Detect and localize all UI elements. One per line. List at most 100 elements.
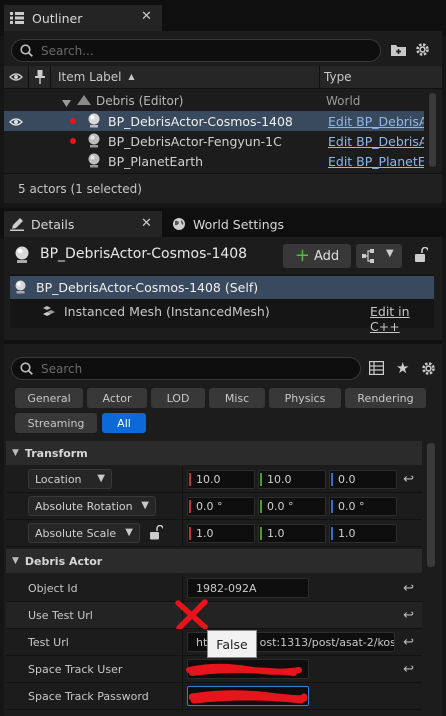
filter-lod[interactable]: LOD xyxy=(151,388,205,408)
chevron-down-icon: ▼ xyxy=(141,500,149,511)
outliner-row-selected[interactable]: BP_DebrisActor-Cosmos-1408 Edit BP_Debri… xyxy=(4,111,424,131)
edit-blueprint-link[interactable]: Edit BP_PlanetEa xyxy=(328,154,424,169)
scale-z-input[interactable]: 1.0 xyxy=(329,524,397,543)
row-type: World xyxy=(326,94,361,108)
search-icon xyxy=(20,362,33,375)
scale-x-input[interactable]: 1.0 xyxy=(187,524,255,543)
filter-all[interactable]: All xyxy=(102,413,146,433)
row-label: Debris (Editor) xyxy=(96,94,184,108)
actor-name: BP_DebrisActor-Cosmos-1408 xyxy=(40,246,248,262)
location-x-input[interactable]: 10.0 xyxy=(187,470,255,489)
reset-arrow-icon[interactable]: ↩ xyxy=(403,635,414,650)
favorites-star-icon[interactable]: ★ xyxy=(396,359,409,377)
reset-arrow-icon[interactable]: ↩ xyxy=(403,662,414,677)
scale-y-input[interactable]: 1.0 xyxy=(258,524,326,543)
section-transform[interactable]: ▼ Transform xyxy=(6,441,422,465)
property-scale: Absolute Scale ▼ 1.0 1.0 1.0 xyxy=(6,520,422,547)
settings-gear-icon[interactable] xyxy=(421,361,436,376)
close-icon[interactable]: ✕ xyxy=(141,216,152,231)
tab-world-settings-label: World Settings xyxy=(193,216,285,232)
test-url-label: Test Url xyxy=(28,635,69,649)
filter-general[interactable]: General xyxy=(15,388,83,408)
location-dropdown[interactable]: Location ▼ xyxy=(28,469,112,489)
edit-blueprint-link[interactable]: Edit BP_DebrisAct xyxy=(328,134,424,149)
column-type[interactable]: Type xyxy=(324,70,352,84)
visibility-eye-icon[interactable] xyxy=(9,72,23,82)
outliner-status: 5 actors (1 selected) xyxy=(18,182,142,196)
component-label: Instanced Mesh (InstancedMesh) xyxy=(64,304,270,319)
object-id-input[interactable]: 1982-092A xyxy=(187,578,309,598)
lock-icon[interactable] xyxy=(415,246,429,266)
outliner-row-world[interactable]: Debris (Editor) World xyxy=(4,91,424,111)
add-folder-icon[interactable] xyxy=(391,43,406,56)
outliner-row[interactable]: BP_DebrisActor-Fengyun-1C Edit BP_Debris… xyxy=(4,131,424,151)
property-matrix-icon[interactable] xyxy=(368,360,385,378)
row-label: BP_DebrisActor-Cosmos-1408 xyxy=(108,114,293,129)
world-icon xyxy=(77,94,91,109)
collapse-triangle-icon: ▼ xyxy=(12,448,19,458)
chevron-down-icon: ▼ xyxy=(386,248,394,259)
outliner-scrollbar[interactable] xyxy=(429,93,436,167)
location-label: Location xyxy=(35,472,82,486)
location-z-input[interactable]: 0.0 xyxy=(329,470,397,489)
rotation-dropdown[interactable]: Absolute Rotation ▼ xyxy=(28,496,156,516)
space-track-password-label: Space Track Password xyxy=(28,689,149,703)
add-component-button[interactable]: + Add xyxy=(283,244,351,268)
settings-gear-icon[interactable] xyxy=(415,42,430,57)
filter-misc[interactable]: Misc xyxy=(209,388,265,408)
rotation-x-input[interactable]: 0.0 ° xyxy=(187,497,255,516)
blueprint-options-button[interactable]: ▼ xyxy=(356,244,402,268)
column-divider xyxy=(182,629,183,655)
rotation-y-input[interactable]: 0.0 ° xyxy=(258,497,326,516)
search-icon xyxy=(20,44,33,57)
reset-arrow-icon[interactable]: ↩ xyxy=(403,472,414,487)
column-divider xyxy=(182,520,183,546)
column-divider xyxy=(182,656,183,682)
filter-physics[interactable]: Physics xyxy=(269,388,341,408)
redaction-scribble xyxy=(186,663,302,680)
column-divider xyxy=(182,493,183,519)
column-item-label-text: Item Label xyxy=(58,70,122,84)
filter-actor[interactable]: Actor xyxy=(87,388,147,408)
use-test-url-label: Use Test Url xyxy=(28,608,93,622)
splitter[interactable] xyxy=(4,340,442,344)
close-icon[interactable]: ✕ xyxy=(141,9,152,24)
tab-details[interactable]: Details ✕ xyxy=(4,211,162,237)
component-row-instanced-mesh[interactable]: Instanced Mesh (InstancedMesh) Edit in C… xyxy=(10,301,434,334)
details-scrollbar[interactable] xyxy=(427,443,435,567)
visibility-eye-icon[interactable] xyxy=(9,116,23,130)
edit-in-cpp-link[interactable]: Edit in C++ xyxy=(370,304,434,334)
details-search-input[interactable]: Search xyxy=(11,357,361,380)
column-separator xyxy=(50,66,51,89)
tab-world-settings[interactable]: World Settings xyxy=(166,211,316,237)
actor-sphere-icon xyxy=(14,280,27,297)
reset-arrow-icon[interactable]: ↩ xyxy=(403,581,414,596)
scale-dropdown[interactable]: Absolute Scale ▼ xyxy=(28,523,140,543)
edit-blueprint-link[interactable]: Edit BP_DebrisAct xyxy=(328,114,424,129)
filter-rendering[interactable]: Rendering xyxy=(345,388,426,408)
actor-sphere-icon xyxy=(87,113,101,131)
outliner-search-input[interactable]: Search... xyxy=(11,39,381,62)
reset-arrow-icon[interactable]: ↩ xyxy=(403,608,414,623)
column-separator xyxy=(28,66,29,89)
add-label: Add xyxy=(313,248,340,264)
outliner-row[interactable]: BP_PlanetEarth Edit BP_PlanetEa xyxy=(4,151,424,171)
column-divider xyxy=(182,466,183,492)
modified-dot-icon xyxy=(70,138,76,144)
rotation-z-input[interactable]: 0.0 ° xyxy=(329,497,397,516)
object-id-label: Object Id xyxy=(28,581,78,595)
location-y-input[interactable]: 10.0 xyxy=(258,470,326,489)
filter-streaming[interactable]: Streaming xyxy=(15,413,97,433)
unlock-icon[interactable] xyxy=(150,524,164,543)
pin-icon[interactable] xyxy=(35,70,45,84)
tab-outliner-label: Outliner xyxy=(32,10,83,26)
column-item-label[interactable]: Item Label ▲ xyxy=(58,70,135,84)
component-row-self[interactable]: BP_DebrisActor-Cosmos-1408 (Self) xyxy=(10,276,434,299)
outliner-search-placeholder: Search... xyxy=(41,43,94,58)
expand-triangle-icon[interactable] xyxy=(62,96,71,110)
tab-outliner[interactable]: Outliner ✕ xyxy=(4,5,162,31)
section-debris-actor[interactable]: ▼ Debris Actor xyxy=(6,549,422,573)
section-title: Debris Actor xyxy=(24,554,103,568)
chevron-down-icon: ▼ xyxy=(97,473,105,484)
row-label: BP_DebrisActor-Fengyun-1C xyxy=(108,134,282,149)
